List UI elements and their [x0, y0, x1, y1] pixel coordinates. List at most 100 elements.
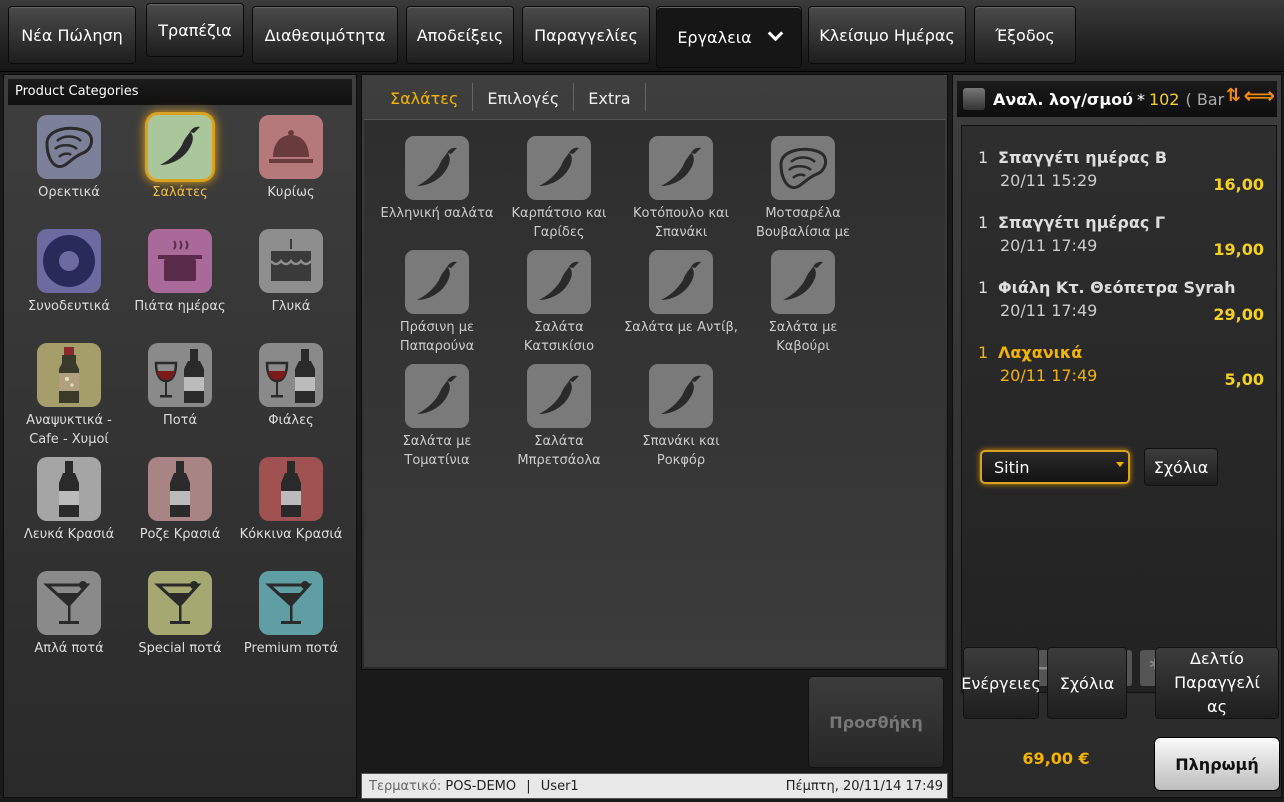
- chili-pepper-icon: [649, 136, 713, 200]
- category-label: Σαλάτες: [152, 185, 208, 200]
- category-item[interactable]: Κυρίως: [236, 115, 346, 202]
- category-label: Αναψυκτικά - Cafe - Χυμοί: [26, 413, 112, 447]
- cocktail-icon: [148, 571, 212, 635]
- product-item[interactable]: Σπανάκι και Ροκφόρ: [620, 364, 742, 470]
- product-label: Σαλάτα με Καβούρι: [768, 320, 838, 354]
- new-sale-button[interactable]: Νέα Πώληση: [8, 6, 136, 64]
- category-item[interactable]: Ορεκτικά: [14, 115, 124, 202]
- product-item[interactable]: Σαλάτα με Αντίβ,: [620, 250, 742, 337]
- line-qty: 1: [978, 343, 989, 362]
- cooking-pot-icon: [148, 229, 212, 293]
- subcategory-tabs: Σαλάτες Επιλογές Extra: [376, 83, 646, 111]
- line-price: 29,00: [1213, 305, 1264, 324]
- category-item[interactable]: Σαλάτες: [125, 115, 235, 202]
- product-item[interactable]: Μοτσαρέλα Βουβαλίσια με: [742, 136, 864, 242]
- comments-button[interactable]: Σχόλια: [1047, 647, 1127, 719]
- product-item[interactable]: Σαλάτα Κατσικίσιο: [498, 250, 620, 356]
- chili-pepper-icon: [527, 364, 591, 428]
- category-label: Φιάλες: [268, 413, 314, 428]
- category-label: Γλυκά: [271, 299, 311, 314]
- category-label: Απλά ποτά: [34, 641, 104, 656]
- steak-icon: [37, 115, 101, 179]
- line-name: 1 Λαχανικά: [978, 343, 1083, 362]
- category-item[interactable]: Γλυκά: [236, 229, 346, 316]
- category-item[interactable]: Ποτά: [125, 343, 235, 430]
- pay-button[interactable]: Πληρωμή: [1154, 737, 1280, 791]
- category-label: Λευκά Κρασιά: [23, 527, 115, 542]
- category-item[interactable]: Ροζε Κρασιά: [125, 457, 235, 544]
- line-qty: 1: [978, 148, 989, 167]
- product-item[interactable]: Σαλάτα Μπρετσάολα: [498, 364, 620, 470]
- tools-menu-button[interactable]: Εργαλεια: [656, 6, 802, 68]
- categories-title: Product Categories: [8, 79, 352, 105]
- category-label: Ορεκτικά: [38, 185, 100, 200]
- product-item[interactable]: Σαλάτα με Καβούρι: [742, 250, 864, 356]
- category-item[interactable]: Φιάλες: [236, 343, 346, 430]
- end-of-day-button[interactable]: Κλείσιμο Ημέρας: [808, 6, 966, 64]
- modifier-value: Sitin: [994, 458, 1030, 477]
- chili-pepper-icon: [405, 136, 469, 200]
- wine-glass-bottle-icon: [259, 343, 323, 407]
- modifier-select[interactable]: Sitin: [980, 450, 1130, 484]
- order-ticket-button[interactable]: Δελτίο Παραγγελί ας: [1155, 647, 1279, 719]
- order-line[interactable]: 1 Φιάλη Κτ. Θεόπετρα Syrah 20/11 17:49 29,0…: [978, 278, 1268, 324]
- category-item[interactable]: Special ποτά: [125, 571, 235, 658]
- wine-glass-bottle-icon: [148, 343, 212, 407]
- product-label: Σαλάτα Μπρετσάολα: [517, 434, 601, 468]
- refresh-icon[interactable]: ⇅: [1226, 85, 1241, 106]
- actions-button[interactable]: Ενέργειες: [961, 647, 1041, 719]
- category-item[interactable]: Συνοδευτικά: [14, 229, 124, 316]
- chili-pepper-icon: [527, 136, 591, 200]
- order-line[interactable]: 1 Λαχανικά 20/11 17:49 5,00: [978, 343, 1268, 389]
- product-label: Ελληνική σαλάτα: [380, 206, 494, 221]
- category-item[interactable]: Λευκά Κρασιά: [14, 457, 124, 544]
- category-item[interactable]: Απλά ποτά: [14, 571, 124, 658]
- chevron-down-icon: [1116, 462, 1124, 467]
- availability-button[interactable]: Διαθεσιμότητα: [252, 6, 398, 64]
- product-label: Μοτσαρέλα Βουβαλίσια με: [756, 206, 850, 240]
- tools-label: Εργαλεια: [677, 27, 752, 47]
- user-name: User1: [540, 779, 579, 794]
- category-label: Premium ποτά: [243, 641, 339, 656]
- wine-bottle-icon: [259, 457, 323, 521]
- product-item[interactable]: Ελληνική σαλάτα: [376, 136, 498, 223]
- tab-extra[interactable]: Extra: [574, 83, 646, 111]
- exit-button[interactable]: Έξοδος: [974, 6, 1076, 64]
- tab-salads[interactable]: Σαλάτες: [376, 83, 474, 111]
- order-title: Αναλ. λογ/σμού: [993, 89, 1133, 109]
- chili-pepper-icon: [527, 250, 591, 314]
- category-item[interactable]: Πιάτα ημέρας: [125, 229, 235, 316]
- receipts-button[interactable]: Αποδείξεις: [406, 6, 514, 64]
- category-item[interactable]: Premium ποτά: [236, 571, 346, 658]
- chili-pepper-icon: [148, 115, 212, 179]
- line-comments-button[interactable]: Σχόλια: [1144, 448, 1218, 486]
- terminal-label: Τερματικό:: [369, 779, 442, 794]
- category-item[interactable]: Κόκκινα Κρασιά: [236, 457, 346, 544]
- order-lines: Sitin Σχόλια + − ↑ ↓ * 1Σπαγγέτι ημέρας …: [961, 125, 1277, 693]
- order-header: Αναλ. λογ/σμού * 102 ( Bar ⇅ ⟺: [957, 81, 1277, 117]
- transfer-arrows-icon[interactable]: ⟺: [1243, 84, 1275, 109]
- order-line[interactable]: 1 Σπαγγέτι ημέρας Γ 20/11 17:49 19,00: [978, 213, 1268, 259]
- category-item[interactable]: Αναψυκτικά - Cafe - Χυμοί: [14, 343, 124, 449]
- product-item[interactable]: Καρπάτσιο και Γαρίδες: [498, 136, 620, 242]
- tab-options[interactable]: Επιλογές: [473, 83, 575, 111]
- product-item[interactable]: Κοτόπουλο και Σπανάκι: [620, 136, 742, 242]
- chili-pepper-icon: [405, 364, 469, 428]
- add-button[interactable]: Προσθήκη: [808, 676, 944, 768]
- soda-bottle-icon: [37, 343, 101, 407]
- product-label: Σαλάτα Κατσικίσιο: [523, 320, 595, 354]
- product-item[interactable]: Σαλάτα με Τοματίνια: [376, 364, 498, 470]
- orders-button[interactable]: Παραγγελίες: [522, 6, 650, 64]
- product-item[interactable]: Πράσινη με Παπαρούνα: [376, 250, 498, 356]
- donut-icon: [37, 229, 101, 293]
- terminal-name: POS-DEMO: [445, 779, 517, 794]
- chili-pepper-icon: [649, 364, 713, 428]
- order-line[interactable]: 1 Σπαγγέτι ημέρας Β 20/11 15:29 16,00: [978, 148, 1268, 194]
- table-icon: [963, 88, 985, 110]
- cocktail-icon: [37, 571, 101, 635]
- tables-button[interactable]: Τραπέζια: [146, 3, 244, 57]
- product-label: Κοτόπουλο και Σπανάκι: [633, 206, 729, 240]
- product-label: Σαλάτα με Αντίβ,: [624, 320, 738, 335]
- chili-pepper-icon: [405, 250, 469, 314]
- product-label: Καρπάτσιο και Γαρίδες: [511, 206, 607, 240]
